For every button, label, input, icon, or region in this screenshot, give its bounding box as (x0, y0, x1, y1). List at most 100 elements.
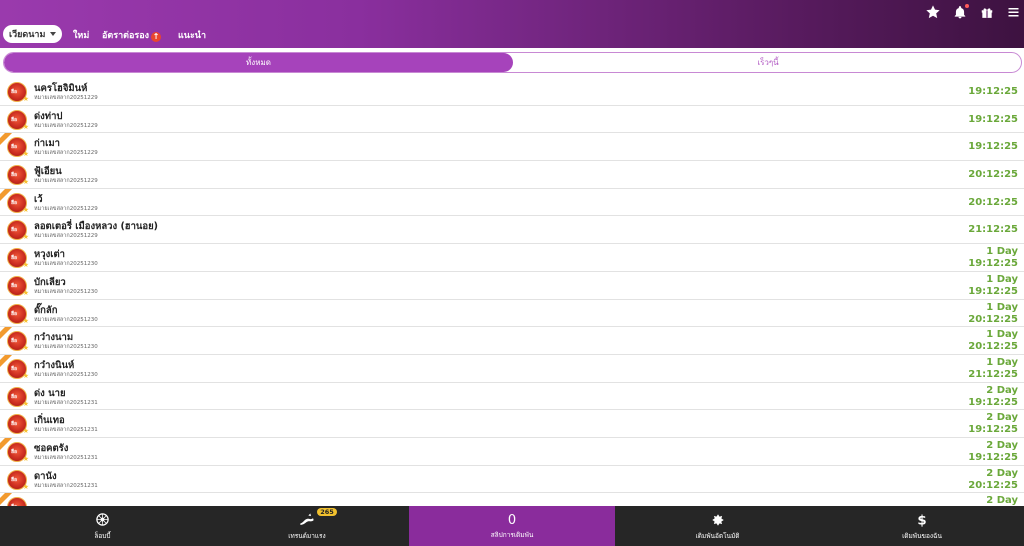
lottery-row[interactable]: ฮือ ★ ฟู้เอียน หมายเลขสลาก20251229 20:12:25 (0, 161, 1024, 189)
gear-icon (710, 512, 726, 528)
lottery-logo-text: ฮือ (11, 227, 18, 234)
nav-bet-slip[interactable]: 0 สลิปการเดิมพัน (409, 506, 615, 546)
nav-my-bets[interactable]: $ เดิมพันของฉัน (820, 506, 1024, 546)
nav-odds[interactable]: อัตราต่อรอง ↑ (102, 28, 162, 42)
lottery-row[interactable]: ฮือ ★ ด่ง นาย หมายเลขสลาก20251231 2 Day 19:12… (0, 382, 1024, 411)
lottery-draw-number: หมายเลขสลาก20251229 (34, 178, 98, 185)
nav-lobby[interactable]: ล็อบบี้ (0, 506, 205, 546)
lottery-draw-number: หมายเลขสลาก20251231 (34, 427, 98, 434)
app-header: เวียดนาม ใหม่ อัตราต่อรอง ↑ แนะนำ (0, 0, 1024, 48)
lottery-row[interactable]: ฮือ ★ กว๋างนินห์ หมายเลขสลาก20251230 1 Day 21… (0, 354, 1024, 383)
nav-trends[interactable]: 265 เทรนด์มาแรง (205, 506, 409, 546)
draw-time: 19:12:25 (968, 86, 1018, 97)
tab-all[interactable]: ทั้งหมด (4, 53, 513, 72)
countdown-days: 2 Day (986, 439, 1018, 451)
draw-time: 19:12:25 (968, 258, 1018, 270)
lottery-logo: ฮือ ★ (7, 386, 29, 408)
lottery-row[interactable]: ฮือ ★ ดั๊กลัก หมายเลขสลาก20251230 1 Day 20:12… (0, 299, 1024, 328)
chevron-down-icon (50, 32, 56, 36)
lottery-logo: ฮือ ★ (7, 469, 29, 491)
lottery-row[interactable]: ฮือ★2 Day (0, 493, 1024, 506)
star-icon: ★ (22, 233, 29, 242)
draw-time: 21:12:25 (968, 368, 1018, 380)
draw-time: 19:12:25 (968, 113, 1018, 125)
lottery-draw-number: หมายเลขสลาก20251230 (34, 288, 98, 295)
lottery-draw-number: หมายเลขสลาก20251230 (34, 316, 98, 323)
region-dropdown[interactable]: เวียดนาม (3, 25, 62, 43)
lottery-logo-text: ฮือ (11, 421, 18, 428)
hot-ribbon (0, 493, 14, 506)
lottery-draw-number: หมายเลขสลาก20251231 (34, 482, 98, 489)
wheel-icon (95, 512, 111, 528)
lottery-row[interactable]: ฮือ ★ ซอคตรัง หมายเลขสลาก20251231 2 Day 19:12… (0, 437, 1024, 466)
bottom-nav: ล็อบบี้ 265 เทรนด์มาแรง 0 สลิปการเดิมพัน… (0, 506, 1024, 546)
lottery-logo-text: ฮือ (11, 89, 18, 95)
lottery-list: ฮือ ★ นครโฮจิมินห์ หมายเลขสลาก20251229 19:12… (0, 78, 1024, 506)
hot-ribbon (0, 327, 14, 341)
lottery-logo: ฮือ ★ (7, 109, 29, 131)
lottery-logo-text: ฮือ (11, 476, 18, 483)
lottery-draw-number: หมายเลขสลาก20251229 (34, 233, 98, 240)
bet-count: 0 (507, 512, 517, 528)
gift-icon[interactable] (978, 3, 996, 21)
hot-ribbon (0, 355, 14, 369)
tab-soon[interactable]: เร็วๆนี้ (513, 53, 1021, 72)
draw-time: 19:12:25 (968, 451, 1018, 463)
draw-time: 20:12:25 (968, 479, 1018, 491)
lottery-draw-number: หมายเลขสลาก20251229 (34, 95, 98, 101)
star-icon: ★ (22, 288, 29, 297)
star-icon: ★ (22, 205, 29, 214)
region-dropdown-label: เวียดนาม (9, 30, 46, 40)
lottery-row[interactable]: ฮือ ★ ลอตเตอรี่ เมืองหลวง (ฮานอย) หมายเลขสล… (0, 216, 1024, 245)
draw-time: 19:12:25 (968, 424, 1018, 436)
lottery-row[interactable]: ฮือ ★ กว๋างนาม หมายเลขสลาก20251230 1 Day 20:1… (0, 327, 1024, 355)
lottery-row[interactable]: ฮือ ★ เกิ่นเทอ หมายเลขสลาก20251231 2 Day 19:1… (0, 410, 1024, 438)
arrow-up-icon: ↑ (151, 32, 162, 42)
draw-time: 20:12:25 (968, 341, 1018, 353)
nav-new[interactable]: ใหม่ (73, 28, 89, 42)
lottery-row[interactable]: ฮือ ★ เว้ หมายเลขสลาก20251229 20:12:25 (0, 188, 1024, 217)
lottery-row[interactable]: ฮือ ★ ก่าเมา หมายเลขสลาก20251229 19:12:25 (0, 133, 1024, 162)
countdown-days: 2 Day (986, 384, 1018, 396)
draw-time: 19:12:25 (968, 141, 1018, 153)
lottery-row[interactable]: ฮือ ★ นครโฮจิมินห์ หมายเลขสลาก20251229 19:12… (0, 78, 1024, 106)
lottery-logo: ฮือ ★ (7, 165, 29, 187)
star-icon: ★ (22, 150, 29, 159)
nav-recommend[interactable]: แนะนำ (178, 28, 206, 42)
star-icon: ★ (22, 482, 29, 491)
notification-dot (965, 4, 969, 8)
lottery-row[interactable]: ฮือ ★ หวุงเต่า หมายเลขสลาก20251230 1 Day 19:1… (0, 244, 1024, 272)
lottery-row[interactable]: ฮือ ★ ด่งท่าป หมายเลขสลาก20251229 19:12:25 (0, 105, 1024, 134)
star-icon: ★ (22, 371, 29, 380)
draw-time: 20:12:25 (968, 313, 1018, 325)
lottery-draw-number: หมายเลขสลาก20251231 (34, 399, 98, 406)
countdown-days: 1 Day (986, 246, 1018, 258)
countdown-days: 1 Day (986, 329, 1018, 341)
star-icon: ★ (22, 178, 29, 187)
countdown-days: 2 Day (986, 495, 1018, 506)
lottery-draw-number: หมายเลขสลาก20251229 (34, 122, 98, 129)
lottery-logo-text: ฮือ (11, 282, 18, 289)
lottery-logo: ฮือ ★ (7, 82, 29, 103)
draw-time: 19:12:25 (968, 396, 1018, 408)
star-icon: ★ (22, 344, 29, 353)
svg-text:$: $ (917, 513, 926, 527)
lottery-draw-number: หมายเลขสลาก20251230 (34, 344, 98, 351)
star-icon[interactable] (924, 3, 942, 21)
lottery-row[interactable]: ฮือ ★ บักเลียว หมายเลขสลาก20251230 1 Day 19:1… (0, 271, 1024, 300)
lottery-logo: ฮือ ★ (7, 275, 29, 297)
lottery-draw-number: หมายเลขสลาก20251229 (34, 205, 98, 212)
lottery-draw-number: หมายเลขสลาก20251230 (34, 371, 98, 378)
bell-icon[interactable] (951, 3, 969, 21)
lottery-row[interactable]: ฮือ ★ ดานัง หมายเลขสลาก20251231 2 Day 20:12:2… (0, 465, 1024, 494)
dragon-icon (299, 512, 315, 528)
lottery-draw-number: หมายเลขสลาก20251231 (34, 454, 98, 461)
star-icon: ★ (22, 399, 29, 408)
hot-ribbon (0, 133, 14, 147)
countdown-days: 2 Day (986, 467, 1018, 479)
nav-auto-bet[interactable]: เดิมพันอัตโนมัติ (615, 506, 820, 546)
menu-icon[interactable] (1004, 3, 1022, 21)
countdown-days: 1 Day (986, 356, 1018, 368)
star-icon: ★ (22, 95, 29, 103)
lottery-logo: ฮือ ★ (7, 414, 29, 435)
